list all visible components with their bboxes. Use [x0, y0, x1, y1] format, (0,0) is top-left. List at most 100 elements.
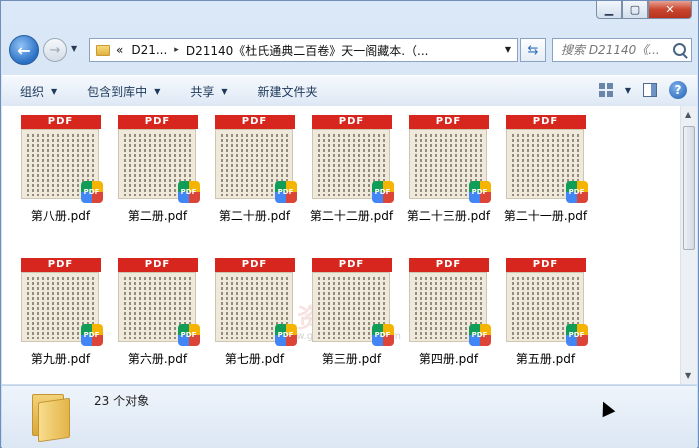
navigation-bar: ← → ▼ « D21... ▸ D21140《杜氏通典二百卷》天一阁藏本.（.…: [9, 35, 692, 65]
file-name: 第六册.pdf: [127, 352, 188, 366]
help-icon[interactable]: ?: [669, 81, 687, 99]
refresh-button[interactable]: ⇆: [520, 38, 546, 62]
file-item[interactable]: PDF PDF 第四册.pdf: [401, 258, 496, 367]
forward-arrow-icon: →: [49, 42, 61, 58]
pdf-label: PDF: [408, 258, 489, 272]
include-in-library-menu[interactable]: 包含到库中 ▼: [87, 83, 160, 100]
pdf-label: PDF: [214, 115, 295, 129]
file-item[interactable]: PDF PDF 第二十册.pdf: [207, 115, 302, 224]
file-name: 第二十一册.pdf: [503, 209, 588, 223]
address-dropdown[interactable]: ▼: [505, 45, 511, 54]
pdf-label: PDF: [311, 258, 392, 272]
pdf-app-icon: PDF: [177, 181, 200, 203]
pdf-label: PDF: [20, 115, 101, 129]
address-overflow[interactable]: «: [116, 43, 123, 57]
address-separator[interactable]: ▸: [174, 45, 179, 55]
search-input[interactable]: [553, 42, 675, 58]
pdf-label: PDF: [117, 258, 198, 272]
view-options-dropdown[interactable]: ▼: [625, 86, 631, 95]
share-menu[interactable]: 共享 ▼: [190, 83, 227, 100]
file-name: 第四册.pdf: [418, 352, 479, 366]
details-pane: 23 个对象: [2, 385, 697, 448]
pdf-app-icon: PDF: [80, 181, 103, 203]
pdf-label: PDF: [20, 258, 101, 272]
file-name: 第三册.pdf: [321, 352, 382, 366]
pdf-thumbnail: PDF PDF: [408, 115, 491, 203]
address-segment-parent[interactable]: D21...: [131, 43, 167, 57]
command-bar: 组织 ▼ 包含到库中 ▼ 共享 ▼ 新建文件夹 ▼ ?: [2, 75, 697, 107]
pdf-thumbnail: PDF PDF: [311, 115, 394, 203]
pdf-label: PDF: [117, 115, 198, 129]
file-item[interactable]: PDF PDF 第九册.pdf: [13, 258, 108, 367]
file-name: 第二册.pdf: [127, 209, 188, 223]
address-segment-current[interactable]: D21140《杜氏通典二百卷》天一阁藏本.（...: [186, 42, 429, 59]
scroll-down-icon[interactable]: ▼: [685, 371, 691, 380]
scrollbar-thumb[interactable]: [683, 126, 695, 250]
file-item[interactable]: PDF PDF 第二十一册.pdf: [498, 115, 593, 224]
maximize-button[interactable]: ▢: [622, 1, 648, 19]
recent-pages-dropdown[interactable]: ▼: [71, 44, 77, 53]
preview-pane-icon[interactable]: [643, 83, 657, 97]
pdf-app-icon: PDF: [565, 181, 588, 203]
chevron-down-icon: ▼: [221, 86, 228, 96]
pdf-thumbnail: PDF PDF: [505, 115, 588, 203]
new-folder-label: 新建文件夹: [257, 84, 318, 99]
file-item[interactable]: PDF PDF 第三册.pdf: [304, 258, 399, 367]
pdf-thumbnail: PDF PDF: [505, 258, 588, 346]
minimize-button[interactable]: ▁: [596, 1, 622, 19]
file-item[interactable]: PDF PDF 第二册.pdf: [110, 115, 205, 224]
pdf-app-icon: PDF: [468, 181, 491, 203]
back-arrow-icon: ←: [17, 40, 31, 60]
scroll-up-icon[interactable]: ▲: [685, 110, 691, 119]
file-name: 第二十册.pdf: [218, 209, 291, 223]
file-item[interactable]: PDF PDF 第二十三册.pdf: [401, 115, 496, 224]
explorer-window: ▁ ▢ ✕ ← → ▼ « D21... ▸ D21140《杜氏通典二百卷》天一…: [0, 0, 699, 448]
pdf-thumbnail: PDF PDF: [117, 115, 200, 203]
close-button[interactable]: ✕: [648, 1, 692, 19]
pdf-label: PDF: [311, 115, 392, 129]
file-name: 第二十三册.pdf: [406, 209, 491, 223]
chevron-down-icon: ▼: [154, 86, 161, 96]
vertical-scrollbar[interactable]: ▲ ▼: [680, 106, 697, 384]
pdf-thumbnail: PDF PDF: [214, 115, 297, 203]
pdf-label: PDF: [214, 258, 295, 272]
change-view-icon[interactable]: [598, 83, 613, 97]
file-item[interactable]: PDF PDF 第八册.pdf: [13, 115, 108, 224]
forward-button[interactable]: →: [43, 38, 67, 62]
file-name: 第七册.pdf: [224, 352, 285, 366]
file-name: 第二十二册.pdf: [309, 209, 394, 223]
file-item[interactable]: PDF PDF 第二十二册.pdf: [304, 115, 399, 224]
organize-label: 组织: [20, 84, 45, 99]
folder-icon: [96, 44, 110, 56]
pdf-app-icon: PDF: [468, 324, 491, 346]
back-button[interactable]: ←: [9, 35, 39, 65]
pdf-app-icon: PDF: [371, 181, 394, 203]
caption-buttons: ▁ ▢ ✕: [596, 1, 692, 19]
new-folder-button[interactable]: 新建文件夹: [258, 83, 318, 100]
pdf-thumbnail: PDF PDF: [311, 258, 394, 346]
pdf-label: PDF: [505, 258, 586, 272]
file-list: 国学资源网www.guoxueziyuan.comPDFPDF第八册.pdfPD…: [2, 106, 681, 384]
search-box[interactable]: [552, 38, 692, 62]
pdf-thumbnail: PDF PDF: [20, 258, 103, 346]
file-item[interactable]: PDF PDF 第七册.pdf: [207, 258, 302, 367]
search-icon[interactable]: [673, 43, 686, 56]
pdf-thumbnail: PDF PDF: [20, 115, 103, 203]
file-item[interactable]: PDF PDF 第五册.pdf: [498, 258, 593, 367]
pdf-thumbnail: PDF PDF: [117, 258, 200, 346]
address-bar[interactable]: « D21... ▸ D21140《杜氏通典二百卷》天一阁藏本.（... ▼: [89, 38, 518, 62]
pdf-app-icon: PDF: [274, 324, 297, 346]
file-name: 第八册.pdf: [30, 209, 91, 223]
pdf-app-icon: PDF: [565, 324, 588, 346]
pdf-thumbnail: PDF PDF: [408, 258, 491, 346]
share-label: 共享: [190, 84, 215, 99]
file-name: 第九册.pdf: [30, 352, 91, 366]
organize-menu[interactable]: 组织 ▼: [20, 83, 57, 100]
pdf-app-icon: PDF: [371, 324, 394, 346]
chevron-down-icon: ▼: [51, 86, 58, 96]
pdf-label: PDF: [505, 115, 586, 129]
file-item[interactable]: PDF PDF 第六册.pdf: [110, 258, 205, 367]
pdf-label: PDF: [408, 115, 489, 129]
include-in-library-label: 包含到库中: [87, 84, 148, 99]
pdf-app-icon: PDF: [80, 324, 103, 346]
